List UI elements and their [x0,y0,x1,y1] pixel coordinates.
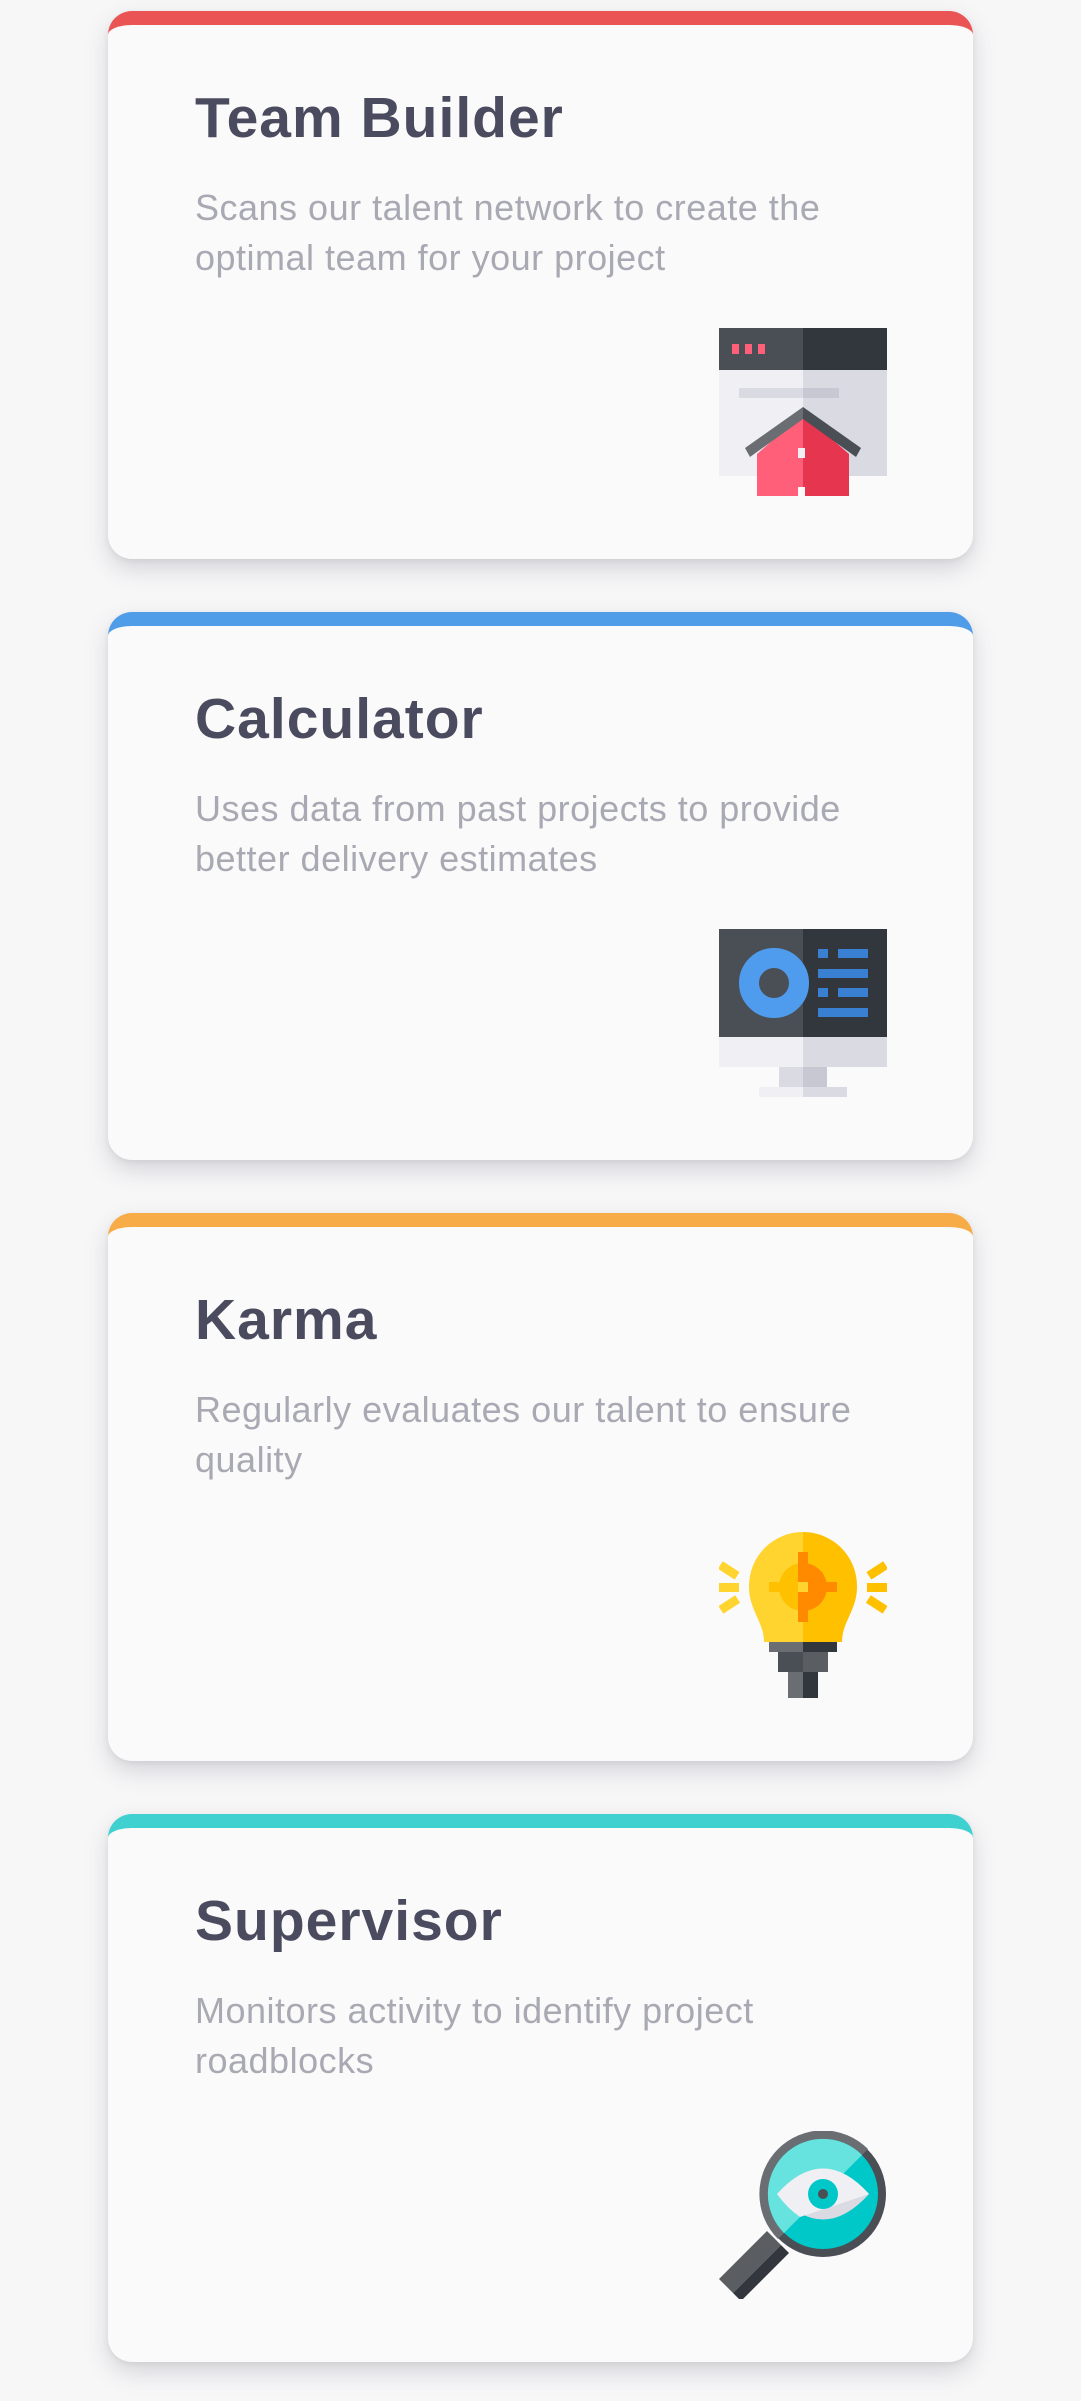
card-karma[interactable]: Karma Regularly evaluates our talent to … [108,1213,973,1761]
card-description: Regularly evaluates our talent to ensure… [195,1389,852,1480]
card-description: Uses data from past projects to provide … [195,788,841,879]
card-title: Calculator [195,687,484,751]
card-title: Supervisor [195,1889,503,1953]
lightbulb-gear-icon [719,1532,887,1698]
card-supervisor[interactable]: Supervisor Monitors activity to identify… [108,1814,973,2362]
card-description: Scans our talent network to create the o… [195,187,821,278]
browser-house-icon [719,328,887,496]
card-team-builder[interactable]: Team Builder Scans our talent network to… [108,11,973,559]
card-title: Karma [195,1288,378,1352]
card-description: Monitors activity to identify project ro… [195,1990,754,2081]
feature-card-list: Team Builder Scans our talent network to… [108,11,973,2362]
monitor-dashboard-icon [719,929,887,1097]
card-calculator[interactable]: Calculator Uses data from past projects … [108,612,973,1160]
magnifier-eye-icon [719,2131,886,2299]
card-title: Team Builder [195,86,564,150]
